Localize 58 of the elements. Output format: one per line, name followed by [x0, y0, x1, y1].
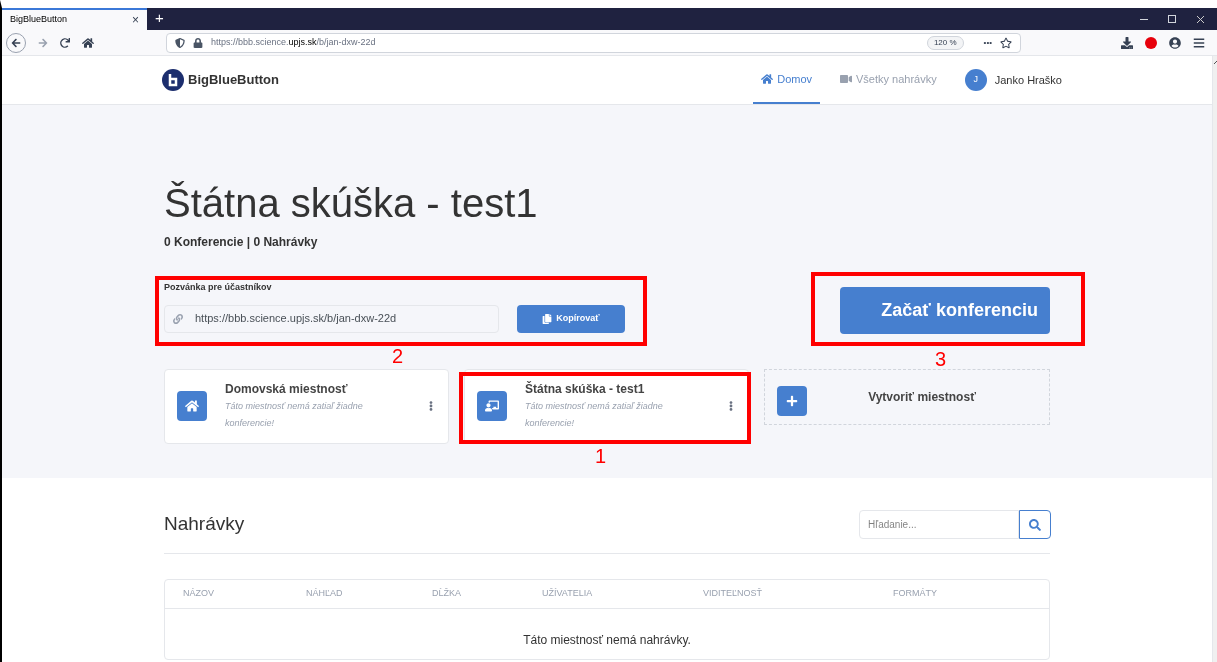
column-header: UŽÍVATELIA — [542, 587, 594, 601]
more-button[interactable]: ••• — [983, 36, 992, 49]
minimize-icon[interactable] — [1140, 18, 1148, 20]
annotation-number: 3 — [935, 349, 947, 369]
card-note: Táto miestnosť nemá zatiaľ žiadne konferencie! — [225, 400, 364, 430]
invite-label: Pozvánka pre účastníkov — [164, 281, 273, 294]
zoom-badge[interactable]: 120 % — [926, 35, 964, 50]
create-room-card[interactable]: Vytvoriť miestnosť — [764, 368, 1050, 425]
search-field[interactable]: Hľadanie... — [859, 510, 1019, 539]
home-icon — [761, 73, 774, 85]
presentation-icon — [485, 399, 499, 413]
start-conference-button[interactable]: Začať konferenciu — [840, 286, 1050, 334]
column-header: NÁHĽAD — [306, 587, 344, 601]
close-icon[interactable] — [1196, 14, 1205, 24]
star-icon[interactable] — [1000, 36, 1012, 49]
copy-icon — [542, 313, 553, 324]
link-icon — [173, 313, 183, 324]
url-text: https://bbb.science.upjs.sk/b/jan-dxw-22d — [211, 35, 376, 49]
room-title: Štátna skúška - test1 — [164, 180, 539, 227]
tab-title: BigBlueButton — [10, 13, 68, 27]
room-card[interactable]: Domovská miestnosť Táto miestnosť nemá zatiaľ žiadne konferencie! — [164, 368, 449, 444]
annotation-number: 1 — [595, 446, 607, 466]
account-icon[interactable] — [1169, 36, 1181, 49]
user-name[interactable]: Janko Hraško — [994, 71, 1062, 89]
annotation-number: 2 — [392, 346, 404, 366]
download-icon[interactable] — [1121, 36, 1133, 49]
recordings-title: Nahrávky — [164, 512, 245, 537]
empty-message: Táto miestnosť nemá nahrávky. — [523, 632, 691, 649]
address-bar[interactable]: https://bbb.science.upjs.sk/b/jan-dxw-22d 120 % ••• — [166, 32, 1021, 53]
column-header: FORMÁTY — [893, 587, 938, 601]
card-title: Vytvoriť miestnosť — [867, 388, 977, 406]
room-stats: 0 Konferencie | 0 Nahrávky — [164, 234, 319, 251]
column-header: DĹŽKA — [432, 587, 462, 601]
lock-icon — [193, 37, 203, 48]
search-icon — [1029, 518, 1041, 531]
new-tab-button[interactable]: + — [147, 8, 172, 30]
reload-icon[interactable] — [60, 37, 70, 48]
menu-icon[interactable] — [1193, 36, 1205, 49]
user-avatar[interactable]: J — [964, 69, 987, 91]
column-header: VIDITEĽNOSŤ — [703, 587, 763, 601]
logo-text: BigBlueButton — [188, 71, 279, 90]
column-header: NÁZOV — [183, 587, 215, 601]
home-icon — [185, 399, 199, 413]
home-icon[interactable] — [82, 36, 94, 49]
copy-button[interactable]: Kopírovať — [517, 304, 625, 333]
logo-icon — [162, 69, 184, 91]
shield-icon — [175, 37, 185, 48]
search-button[interactable] — [1019, 510, 1051, 539]
browser-tab[interactable]: BigBlueButton × — [2, 8, 147, 30]
video-camera-icon — [840, 73, 853, 85]
card-title: Domovská miestnosť — [225, 381, 349, 398]
plus-icon — [786, 394, 798, 407]
card-title: Štátna skúška - test1 — [525, 380, 646, 398]
restore-icon[interactable] — [1168, 15, 1176, 23]
invite-url-field[interactable]: https://bbb.science.upjs.sk/b/jan-dxw-22d — [164, 304, 499, 333]
card-note: Táto miestnosť nemá zatiaľ žiadne konferencie! — [525, 400, 664, 430]
tab-close-button[interactable]: × — [132, 11, 139, 29]
back-arrow-icon — [11, 37, 21, 48]
